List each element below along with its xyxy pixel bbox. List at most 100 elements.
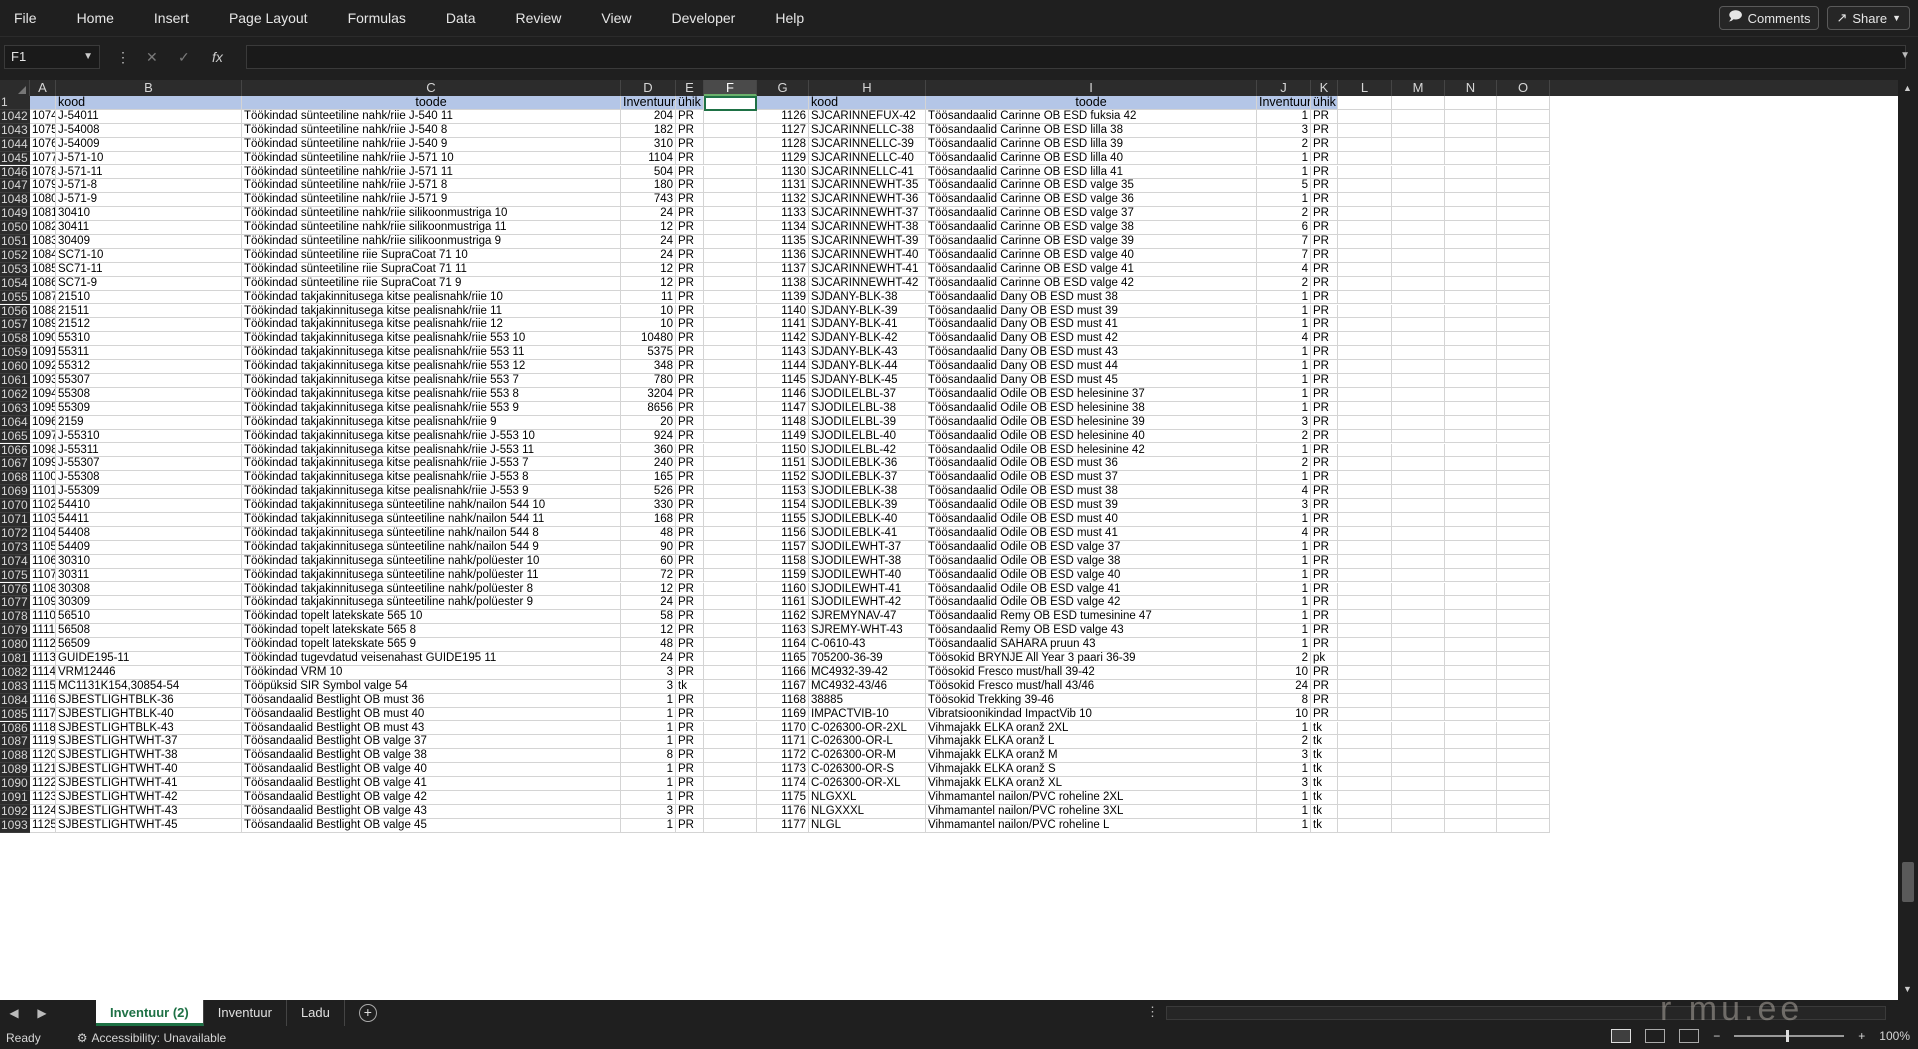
cell-toode[interactable]: Töökindad takjakinnitusega kitse pealisn… [242, 332, 621, 347]
empty-cell[interactable] [1338, 443, 1392, 458]
empty-cell[interactable] [1497, 443, 1550, 458]
cell-id[interactable]: 1114 [30, 665, 56, 680]
cell-toode[interactable]: Töösandaalid Carinne OB ESD valge 36 [926, 193, 1257, 208]
cell-inventuur[interactable]: 182 [621, 123, 676, 138]
empty-cell[interactable] [1338, 137, 1392, 152]
empty-cell[interactable] [1445, 679, 1497, 694]
cell-toode[interactable]: Töösandaalid Odile OB ESD must 38 [926, 485, 1257, 500]
cell-kood[interactable]: J-55307 [56, 457, 242, 472]
cell-uhik[interactable]: PR [1311, 665, 1338, 680]
cell-toode[interactable]: Töösandaalid Odile OB ESD helesinine 39 [926, 415, 1257, 430]
cell-id[interactable]: 1161 [757, 596, 809, 611]
row-header[interactable]: 1071 [0, 513, 30, 527]
cell-kood[interactable]: 21511 [56, 304, 242, 319]
cell-toode[interactable]: Töösandaalid Bestlight OB must 40 [242, 707, 621, 722]
empty-cell[interactable] [1445, 582, 1497, 597]
cell-kood[interactable]: C-026300-OR-XL [809, 777, 926, 791]
cell-id[interactable]: 1135 [757, 235, 809, 249]
empty-cell[interactable] [1497, 401, 1550, 416]
cell-kood[interactable]: SJDANY-BLK-42 [809, 332, 926, 347]
empty-cell[interactable] [704, 165, 757, 180]
cell-kood[interactable]: SJREMY-WHT-43 [809, 624, 926, 639]
cell-kood[interactable]: GUIDE195-11 [56, 652, 242, 666]
cell-toode[interactable]: Vibratsioonikindad ImpactVib 10 [926, 707, 1257, 722]
comments-button[interactable]: 🗩 Comments [1719, 6, 1820, 30]
column-header-h[interactable]: H [809, 80, 926, 96]
cell-inventuur[interactable]: 1 [1257, 471, 1311, 486]
cell-id[interactable]: 1076 [30, 137, 56, 152]
cell-uhik[interactable]: tk [1311, 818, 1338, 833]
cell-id[interactable]: 1115 [30, 679, 56, 694]
cell-uhik[interactable]: PR [676, 791, 704, 805]
cell-kood[interactable]: 54408 [56, 526, 242, 541]
cell-inventuur[interactable]: 1 [1257, 610, 1311, 625]
cell-kood[interactable]: SJCARINNEWHT-40 [809, 248, 926, 263]
cell-inventuur[interactable]: 168 [621, 513, 676, 527]
cell-kood[interactable]: SJCARINNEWHT-41 [809, 262, 926, 277]
cell-toode[interactable]: Vihmamantel nailon/PVC roheline L [926, 818, 1257, 833]
empty-cell[interactable] [1392, 735, 1445, 750]
name-box[interactable]: F1 ▼ [4, 45, 100, 69]
cell-id[interactable]: 1127 [757, 123, 809, 138]
cell-toode[interactable]: Töökindad takjakinnitusega kitse pealisn… [242, 290, 621, 305]
cell-id[interactable]: 1146 [757, 387, 809, 402]
cell-uhik[interactable]: PR [676, 499, 704, 513]
empty-cell[interactable] [1445, 652, 1497, 666]
cell-inventuur[interactable]: 1 [1257, 624, 1311, 639]
empty-cell[interactable] [1392, 624, 1445, 639]
cell-uhik[interactable]: PR [1311, 374, 1338, 388]
cell-uhik[interactable]: PR [1311, 165, 1338, 180]
empty-cell[interactable] [704, 276, 757, 291]
cell-kood[interactable]: SJODILELBL-38 [809, 401, 926, 416]
empty-cell[interactable] [1445, 415, 1497, 430]
cell-inventuur[interactable]: 1 [1257, 721, 1311, 736]
cell-uhik[interactable]: PR [676, 304, 704, 319]
cell-kood[interactable]: MC4932-39-42 [809, 665, 926, 680]
cell-inventuur[interactable]: 1 [1257, 763, 1311, 778]
cell-inventuur[interactable]: 1 [621, 818, 676, 833]
cell-kood[interactable]: SJDANY-BLK-45 [809, 374, 926, 388]
cell-id[interactable]: 1119 [30, 735, 56, 750]
header-toode[interactable]: toode [242, 96, 621, 110]
cell-id[interactable]: 1174 [757, 777, 809, 791]
empty-cell[interactable] [1445, 290, 1497, 305]
cell-uhik[interactable]: PR [1311, 568, 1338, 583]
empty-cell[interactable] [1392, 276, 1445, 291]
cell-toode[interactable]: Töösandaalid Bestlight OB must 36 [242, 693, 621, 708]
cell-toode[interactable]: Töökindad tugevdatud veisenahast GUIDE19… [242, 652, 621, 666]
empty-cell[interactable] [1497, 721, 1550, 736]
cell-id[interactable]: 1103 [30, 513, 56, 527]
cell-uhik[interactable]: PR [676, 276, 704, 291]
empty-cell[interactable] [1497, 638, 1550, 652]
empty-cell[interactable] [1445, 262, 1497, 277]
cell-kood[interactable]: 55307 [56, 374, 242, 388]
cell-toode[interactable]: Vihmajakk ELKA oranž M [926, 749, 1257, 764]
cell-kood[interactable]: SJDANY-BLK-41 [809, 318, 926, 333]
cell-uhik[interactable]: PR [1311, 610, 1338, 625]
zoom-in-icon[interactable]: + [1858, 1029, 1865, 1043]
menu-file[interactable]: File [0, 0, 57, 37]
empty-cell[interactable] [1445, 346, 1497, 361]
empty-cell[interactable] [1338, 777, 1392, 791]
cell-uhik[interactable]: PR [676, 332, 704, 347]
empty-cell[interactable] [1445, 554, 1497, 569]
empty-cell[interactable] [1338, 540, 1392, 555]
cell-toode[interactable]: Töökindad sünteetiline nahk/riie J-571 8 [242, 179, 621, 194]
cell-inventuur[interactable]: 8656 [621, 401, 676, 416]
empty-cell[interactable] [1445, 374, 1497, 388]
row-header[interactable]: 1042 [0, 109, 30, 124]
empty-cell[interactable] [1392, 499, 1445, 513]
cell-uhik[interactable]: PR [1311, 485, 1338, 500]
cell-toode[interactable]: Töökindad takjakinnitusega sünteetiline … [242, 568, 621, 583]
cell-uhik[interactable]: PR [676, 471, 704, 486]
empty-cell[interactable] [1497, 137, 1550, 152]
cell-id[interactable]: 1104 [30, 526, 56, 541]
cell-id[interactable]: 1163 [757, 624, 809, 639]
empty-cell[interactable] [1392, 96, 1445, 110]
cell-toode[interactable]: Töösandaalid Carinne OB ESD lilla 39 [926, 137, 1257, 152]
cell-id[interactable]: 1121 [30, 763, 56, 778]
empty-cell[interactable] [1338, 652, 1392, 666]
menu-view[interactable]: View [581, 0, 651, 37]
cell-inventuur[interactable]: 1 [1257, 582, 1311, 597]
empty-cell[interactable] [1445, 137, 1497, 152]
